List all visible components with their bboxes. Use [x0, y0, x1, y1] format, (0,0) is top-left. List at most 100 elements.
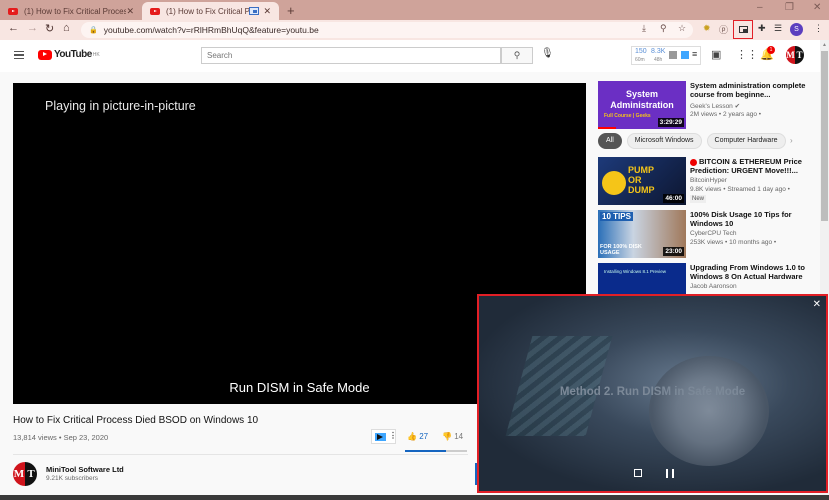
home-icon[interactable]: ⌂: [63, 22, 70, 34]
pip-indicator-icon: [249, 7, 260, 15]
picture-in-picture-window[interactable]: Method 2. Run DISM in Safe Mode ✕: [477, 294, 828, 493]
extension-play-icon: [681, 51, 689, 59]
youtube-play-icon: [38, 49, 52, 60]
stat-label: 60m: [635, 57, 645, 63]
region-code: HK: [92, 51, 100, 58]
extensions-puzzle-icon[interactable]: ✚: [758, 23, 766, 34]
video-thumbnail[interactable]: PUMP OR DUMP 46:00: [598, 157, 686, 205]
thumbnail-text: PUMP OR DUMP: [628, 165, 655, 195]
reload-icon[interactable]: ↻: [45, 22, 54, 35]
forward-icon[interactable]: →: [27, 22, 38, 34]
stats-extension-widget[interactable]: 150 8.3K 60m 48h ≡: [631, 46, 701, 65]
pause-icon[interactable]: [666, 469, 674, 478]
search-input[interactable]: [201, 47, 501, 64]
channel-avatar[interactable]: M T: [13, 462, 37, 486]
chip-computer-hardware[interactable]: Computer Hardware: [706, 133, 786, 149]
close-window-button[interactable]: ✕: [813, 2, 821, 13]
rec-channel: CyberCPU Tech: [690, 230, 737, 237]
tab-1[interactable]: (1) How to Fix Critical Process Died ✕: [0, 2, 142, 20]
channel-name[interactable]: MiniTool Software Ltd: [46, 465, 124, 474]
user-avatar[interactable]: M T: [786, 46, 804, 64]
thumbnail-text: Installing Windows 8.1 Preview: [604, 269, 667, 274]
menu-kebab-icon[interactable]: ⋮: [814, 23, 823, 34]
maximize-button[interactable]: ❐: [785, 2, 794, 13]
pip-caption: Method 2. Run DISM in Safe Mode: [559, 386, 746, 398]
scrollbar-thumb[interactable]: [821, 51, 828, 221]
create-video-icon[interactable]: ▣: [711, 48, 721, 61]
rec-title: System administration complete course fr…: [690, 81, 806, 99]
address-bar[interactable]: 🔒 youtube.com/watch?v=rRlHRmBhUqQ&featur…: [81, 22, 693, 38]
stat-value: 150: [635, 48, 647, 55]
recommendation-item[interactable]: System Administration Full Course | Geek…: [598, 81, 818, 131]
new-tab-button[interactable]: +: [287, 3, 295, 18]
notification-badge: 1: [767, 46, 775, 54]
extension-control-button[interactable]: ⋮: [371, 429, 397, 444]
back-icon[interactable]: ←: [8, 22, 19, 34]
youtube-favicon-icon: [8, 7, 18, 15]
media-queue-icon[interactable]: ☰: [774, 23, 782, 34]
rec-title-text: BITCOIN & ETHEREUM Price Prediction: URG…: [690, 157, 802, 175]
youtube-logo[interactable]: YouTube HK: [38, 49, 100, 60]
rec-title: 100% Disk Usage 10 Tips for Windows 10: [690, 210, 792, 228]
extension-box-icon: [669, 51, 677, 59]
thumbnail-text: 10 TIPS: [600, 212, 633, 221]
duration-badge: 23:00: [663, 247, 684, 256]
taskbar: [0, 495, 829, 500]
dislike-button[interactable]: 👎 14: [442, 432, 463, 441]
dislike-count: 14: [454, 432, 464, 441]
search-button[interactable]: ⚲: [501, 47, 533, 64]
minimize-button[interactable]: –: [757, 2, 763, 13]
pip-icon: [739, 26, 748, 33]
thumbs-down-icon: 👎: [442, 432, 452, 441]
rec-title: BITCOIN & ETHEREUM Price Prediction: URG…: [690, 157, 815, 175]
more-icon: ⋮: [389, 431, 397, 440]
pip-status-message: Playing in picture-in-picture: [45, 99, 196, 113]
stat-label: 48h: [654, 57, 663, 63]
url-text: youtube.com/watch?v=rRlHRmBhUqQ&feature=…: [103, 25, 319, 35]
zoom-icon[interactable]: ⚲: [660, 23, 667, 34]
thumbs-up-icon: 👍: [407, 432, 417, 441]
chevron-right-icon[interactable]: ›: [790, 136, 793, 145]
new-badge: New: [690, 195, 707, 203]
thumbnail-subtext: FOR 100% DISK USAGE: [600, 244, 642, 256]
stat-value: 8.3K: [651, 48, 666, 55]
pip-close-icon[interactable]: ✕: [813, 299, 821, 310]
video-thumbnail[interactable]: System Administration Full Course | Geek…: [598, 81, 686, 129]
sentiment-bar: [405, 450, 467, 452]
logo-text: YouTube: [54, 49, 92, 60]
like-button[interactable]: 👍 27: [407, 432, 428, 441]
rec-meta: 2M views • 2 years ago •: [690, 111, 762, 118]
tab-title: (1) How to Fix Critical Proces: [166, 6, 250, 16]
picture-in-picture-button[interactable]: [733, 20, 753, 39]
chip-all[interactable]: All: [598, 133, 622, 149]
tab-2-active[interactable]: (1) How to Fix Critical Proces ✕: [142, 2, 279, 20]
recommendation-item[interactable]: Installing Windows 8.1 Preview Upgrading…: [598, 263, 818, 311]
filter-chips: All Microsoft Windows Computer Hardware: [598, 133, 786, 149]
video-title: How to Fix Critical Process Died BSOD on…: [13, 415, 259, 426]
install-icon[interactable]: ⤓: [642, 23, 646, 34]
chip-microsoft-windows[interactable]: Microsoft Windows: [626, 133, 702, 149]
extension-icon[interactable]: ✹: [703, 23, 711, 34]
rec-channel: BitcoinHyper: [690, 177, 727, 184]
tab-title: (1) How to Fix Critical Process Died: [24, 6, 127, 16]
recommendation-item[interactable]: 10 TIPS FOR 100% DISK USAGE 23:00 100% D…: [598, 210, 818, 260]
thumbnail-text: System Administration: [610, 89, 674, 110]
video-meta: 13,814 views • Sep 23, 2020: [13, 433, 109, 442]
rec-channel: Geek's Lesson ✔: [690, 103, 741, 110]
back-to-tab-icon[interactable]: [634, 469, 642, 477]
watch-progress: [598, 127, 616, 129]
bookmark-star-icon[interactable]: ☆: [678, 23, 686, 34]
search-icon: ⚲: [513, 50, 521, 60]
scroll-up-icon[interactable]: ▲: [822, 42, 827, 48]
apps-grid-icon[interactable]: ⋮⋮: [736, 48, 758, 61]
recommendation-item[interactable]: PUMP OR DUMP 46:00 BITCOIN & ETHEREUM Pr…: [598, 157, 818, 207]
hamburger-menu-icon[interactable]: [14, 51, 24, 59]
divider: [13, 454, 468, 455]
pinterest-icon[interactable]: ⓟ: [719, 23, 728, 36]
close-tab-icon[interactable]: ✕: [126, 6, 134, 17]
close-tab-icon[interactable]: ✕: [263, 6, 271, 17]
profile-avatar[interactable]: S: [790, 23, 803, 36]
subscriber-count: 9.21K subscribers: [46, 475, 99, 482]
microphone-icon[interactable]: 🎙: [541, 48, 554, 59]
video-thumbnail[interactable]: 10 TIPS FOR 100% DISK USAGE 23:00: [598, 210, 686, 258]
